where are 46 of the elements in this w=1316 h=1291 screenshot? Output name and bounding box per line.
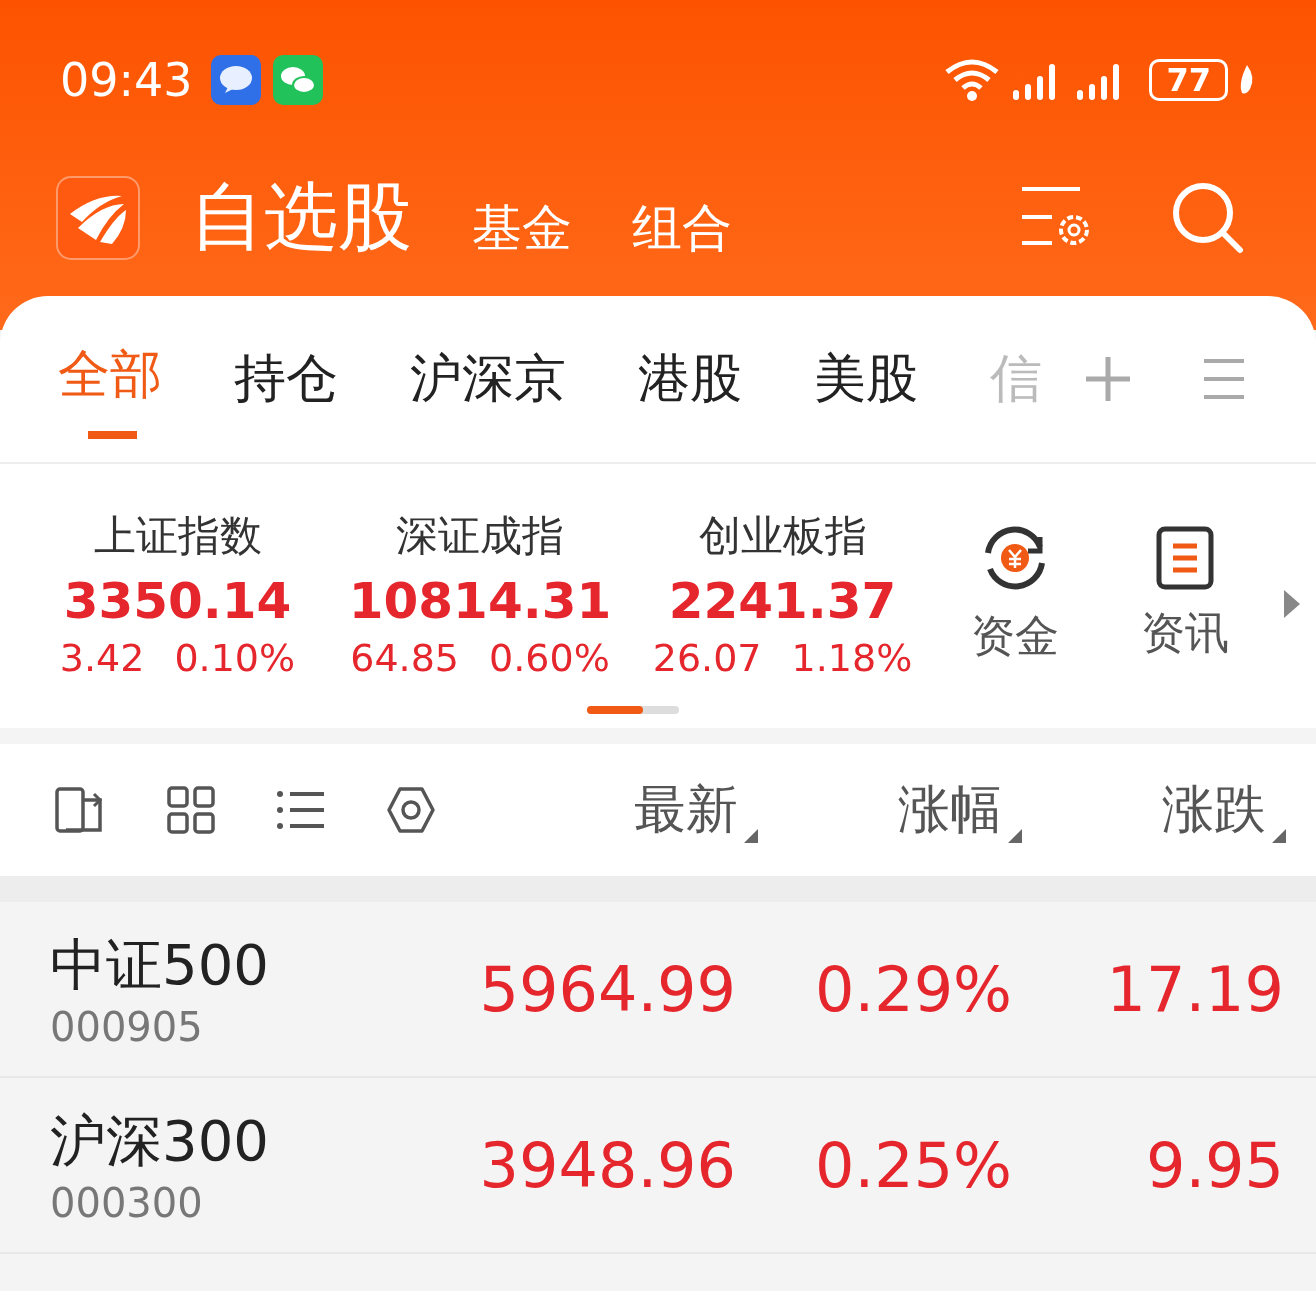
page-title: 自选股	[190, 172, 412, 261]
index-percent: 1.18%	[791, 636, 913, 680]
sort-icon	[1008, 829, 1022, 843]
index-name: 创业板指	[698, 510, 867, 562]
status-time: 09:43	[60, 53, 193, 107]
index-name: 上证指数	[93, 510, 262, 562]
index-value: 2241.37	[668, 572, 897, 630]
stock-code: 000905	[50, 1004, 204, 1050]
stock-name: 中证500	[50, 931, 270, 999]
app-logo-icon[interactable]	[56, 176, 140, 260]
sort-column-header[interactable]: 最新	[634, 775, 758, 845]
change-percent: 0.29%	[814, 952, 1012, 1026]
sort-column-header[interactable]: 涨幅	[898, 775, 1022, 845]
latest-price: 5964.99	[478, 952, 736, 1026]
settings-icon[interactable]	[386, 785, 436, 835]
market-tab[interactable]: 持仓	[234, 319, 338, 439]
stock-code: 000300	[50, 1180, 204, 1226]
index-value: 10814.31	[348, 572, 612, 630]
grid-icon[interactable]	[166, 785, 216, 835]
change-amount: 9.95	[1144, 1128, 1284, 1202]
market-tab[interactable]: 美股	[814, 319, 918, 439]
index-change: 64.85	[350, 636, 460, 680]
list-icon[interactable]	[276, 790, 326, 830]
index-percent: 0.60%	[489, 636, 610, 680]
battery-level: 77	[1149, 59, 1228, 101]
index-name: 深证成指	[396, 510, 564, 562]
wechat-bubbles-icon	[272, 55, 323, 105]
shortcut-button[interactable]: 资讯	[1141, 603, 1229, 663]
sort-icon	[744, 829, 758, 843]
index-percent: 0.10%	[174, 636, 296, 680]
search-icon[interactable]	[1170, 180, 1246, 256]
document-icon[interactable]	[1156, 525, 1214, 590]
stock-name: 沪深300	[50, 1107, 270, 1175]
latest-price: 3948.96	[478, 1128, 736, 1202]
index-change: 3.42	[59, 636, 145, 680]
shortcut-button[interactable]: 资金	[971, 606, 1059, 666]
caret-icon[interactable]	[1284, 590, 1300, 618]
chat-bubble-icon	[210, 55, 261, 105]
sort-icon	[1272, 829, 1286, 843]
index-change: 26.07	[652, 636, 762, 680]
change-amount: 17.19	[1105, 952, 1284, 1026]
change-percent: 0.25%	[814, 1128, 1012, 1202]
index-value: 3350.14	[63, 572, 292, 630]
market-tab[interactable]: 沪深京	[410, 319, 566, 439]
sort-column-header[interactable]: 涨跌	[1162, 775, 1286, 845]
market-tab[interactable]: 港股	[638, 319, 742, 439]
